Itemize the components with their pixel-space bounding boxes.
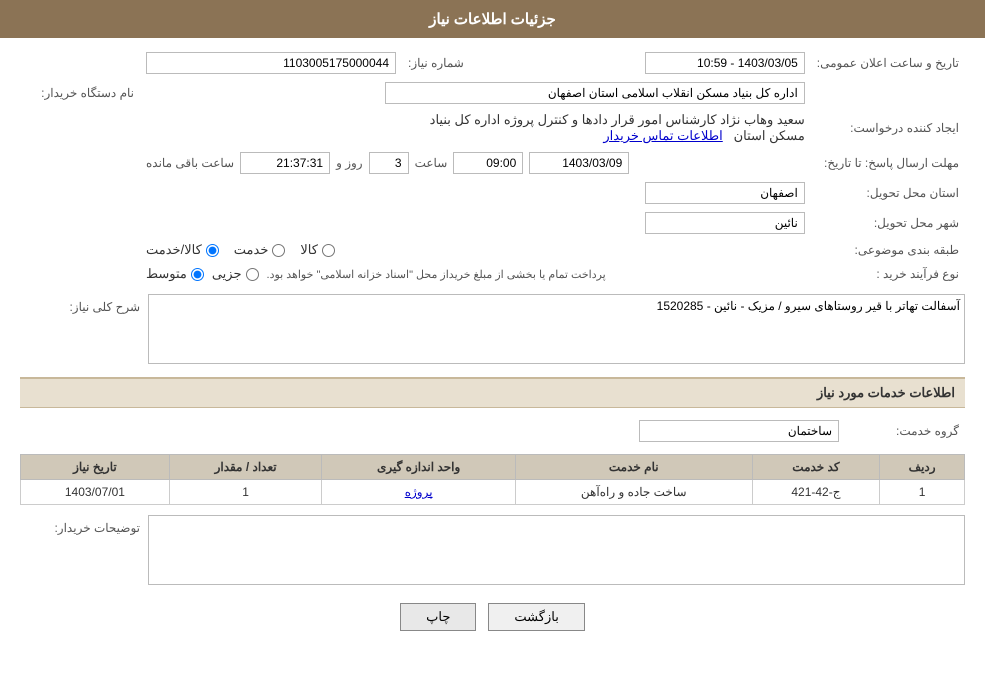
cell-name: ساخت جاده و راه‌آهن <box>515 480 752 505</box>
print-button[interactable]: چاپ <box>400 603 476 631</box>
announce-date-input[interactable] <box>645 52 805 74</box>
city-input[interactable] <box>645 212 805 234</box>
purchase-type-note: پرداخت تمام یا بخشی از مبلغ خریداز محل "… <box>267 268 606 281</box>
announce-date-label: تاریخ و ساعت اعلان عمومی: <box>811 48 965 78</box>
time-label: ساعت <box>415 156 448 170</box>
need-number-label: شماره نیاز: <box>402 48 522 78</box>
cell-code: ج-42-421 <box>752 480 880 505</box>
cell-row: 1 <box>880 480 965 505</box>
back-button[interactable]: بازگشت <box>488 603 584 631</box>
requester-label: ایجاد کننده درخواست: <box>811 108 965 148</box>
buyer-label <box>811 78 965 108</box>
province-label: استان محل تحویل: <box>811 178 965 208</box>
col-name: نام خدمت <box>515 455 752 480</box>
col-unit: واحد اندازه گیری <box>322 455 516 480</box>
cell-date: 1403/07/01 <box>21 480 170 505</box>
category-kala-khedmat[interactable]: کالا/خدمت <box>146 242 219 258</box>
category-label: طبقه بندی موضوعی: <box>811 238 965 262</box>
remaining-label-after: ساعت باقی مانده <box>146 156 234 170</box>
col-code: کد خدمت <box>752 455 880 480</box>
buyer-input[interactable] <box>385 82 805 104</box>
reply-deadline-label: مهلت ارسال پاسخ: تا تاریخ: <box>811 148 965 178</box>
remaining-days-input[interactable] <box>369 152 409 174</box>
reply-date-input[interactable] <box>529 152 629 174</box>
category-khedmat[interactable]: خدمت <box>234 242 286 258</box>
purchase-type-label: نوع فرآیند خرید : <box>811 262 965 286</box>
button-row: بازگشت چاپ <box>20 603 965 631</box>
info-table: تاریخ و ساعت اعلان عمومی: شماره نیاز: نا… <box>20 48 965 286</box>
service-group-input[interactable] <box>639 420 839 442</box>
page-header: جزئیات اطلاعات نیاز <box>0 0 985 38</box>
purchase-jozi[interactable]: جزیی <box>212 266 259 282</box>
service-info-title: اطلاعات خدمات مورد نیاز <box>20 377 965 408</box>
cell-unit[interactable]: پروژه <box>322 480 516 505</box>
requester-contact-link[interactable]: اطلاعات تماس خریدار <box>603 128 722 143</box>
remaining-time-input[interactable] <box>240 152 330 174</box>
col-date: تاریخ نیاز <box>21 455 170 480</box>
col-row: ردیف <box>880 455 965 480</box>
city-label: شهر محل تحویل: <box>811 208 965 238</box>
table-row: 1 ج-42-421 ساخت جاده و راه‌آهن پروژه 1 1… <box>21 480 965 505</box>
col-qty: تعداد / مقدار <box>169 455 322 480</box>
service-group-label: گروه خدمت: <box>845 416 965 446</box>
buyer-desc-textarea[interactable] <box>148 515 965 585</box>
need-description-textarea[interactable]: آسفالت تهاتر با قیر روستاهای سیرو / مزیک… <box>148 294 965 364</box>
province-input[interactable] <box>645 182 805 204</box>
category-kala[interactable]: کالا <box>300 242 335 258</box>
remaining-label-before: روز و <box>336 156 363 170</box>
buyer-desc-label: توضیحات خریدار: <box>20 515 140 535</box>
services-table: ردیف کد خدمت نام خدمت واحد اندازه گیری ت… <box>20 454 965 505</box>
cell-qty: 1 <box>169 480 322 505</box>
need-description-label: شرح کلی نیاز: <box>20 294 140 314</box>
need-number-input[interactable] <box>146 52 396 74</box>
page-title: جزئیات اطلاعات نیاز <box>429 11 556 28</box>
purchase-motavaset[interactable]: متوسط <box>146 266 204 282</box>
reply-time-input[interactable] <box>453 152 523 174</box>
service-group-table: گروه خدمت: <box>20 416 965 446</box>
buyer-label-right: نام دستگاه خریدار: <box>20 78 140 108</box>
